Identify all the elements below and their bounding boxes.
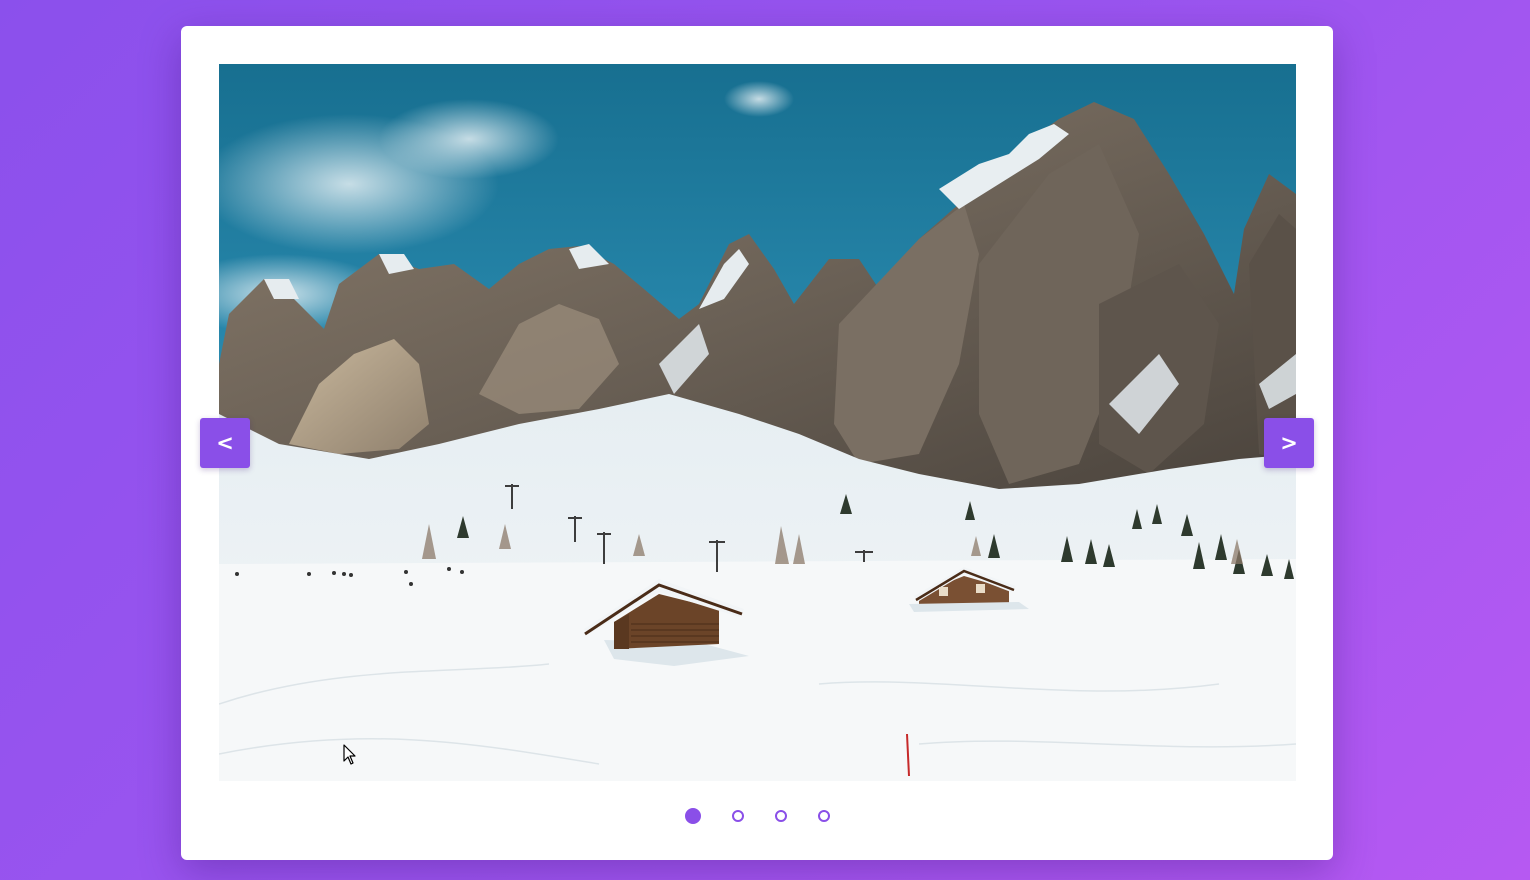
prev-slide-button[interactable]: < (200, 418, 250, 468)
slide-image (219, 64, 1296, 781)
next-slide-button[interactable]: > (1264, 418, 1314, 468)
slide-dot-4[interactable] (817, 810, 830, 822)
slide-dot-2[interactable] (731, 810, 744, 822)
slider-card: < > (181, 26, 1333, 860)
slide-indicators (181, 806, 1333, 826)
slide-dot-3[interactable] (774, 810, 787, 822)
mouse-cursor-icon (343, 744, 356, 765)
slide-dot-1[interactable] (684, 808, 701, 824)
